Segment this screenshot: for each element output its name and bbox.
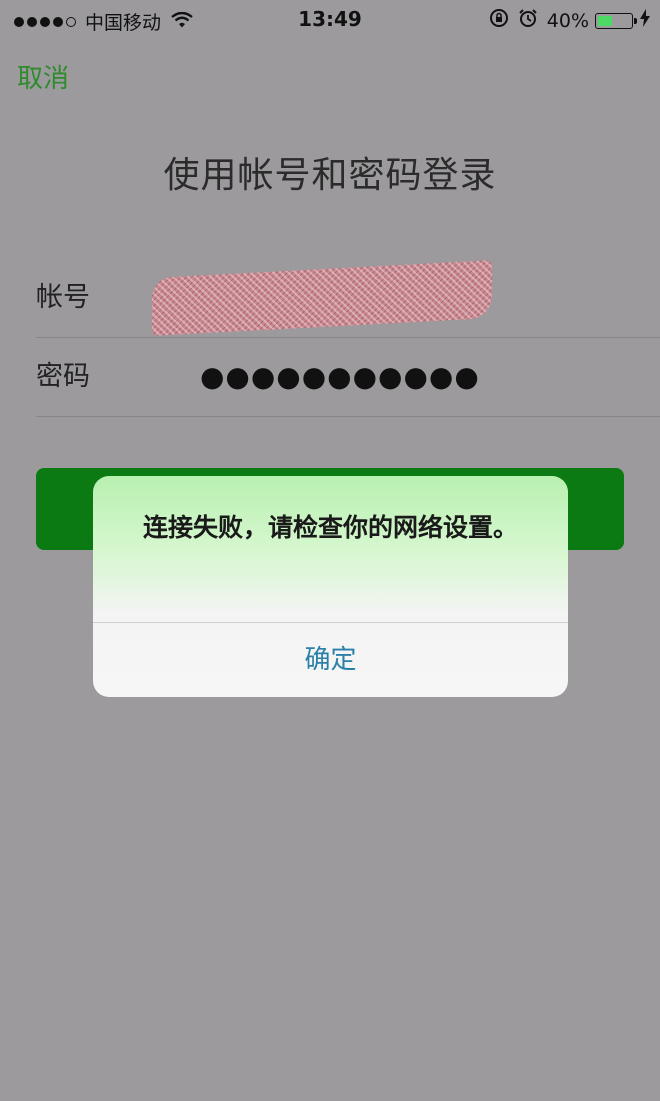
orientation-lock-icon: [489, 8, 509, 33]
password-field[interactable]: ●●●●●●●●●●●: [200, 338, 480, 416]
account-label: 帐号: [36, 282, 90, 313]
cancel-button[interactable]: 取消: [17, 58, 69, 95]
alert-message: 连接失败，请检查你的网络设置。: [142, 513, 518, 542]
status-bar-right: 40%: [489, 8, 650, 33]
alarm-icon: [518, 8, 538, 33]
password-label: 密码: [36, 361, 90, 392]
account-row[interactable]: 帐号: [36, 259, 660, 338]
battery-percent: 40%: [546, 9, 589, 32]
charging-bolt-icon: [640, 9, 650, 32]
alert-dialog: 连接失败，请检查你的网络设置。 确定: [93, 476, 568, 697]
password-row[interactable]: 密码 ●●●●●●●●●●●: [36, 338, 660, 417]
confirm-button[interactable]: 确定: [93, 623, 568, 697]
battery-icon: [595, 12, 637, 29]
page-title: 使用帐号和密码登录: [163, 155, 497, 196]
status-bar: 中国移动 13:49 40%: [0, 0, 660, 38]
account-field-redacted[interactable]: [152, 260, 492, 336]
